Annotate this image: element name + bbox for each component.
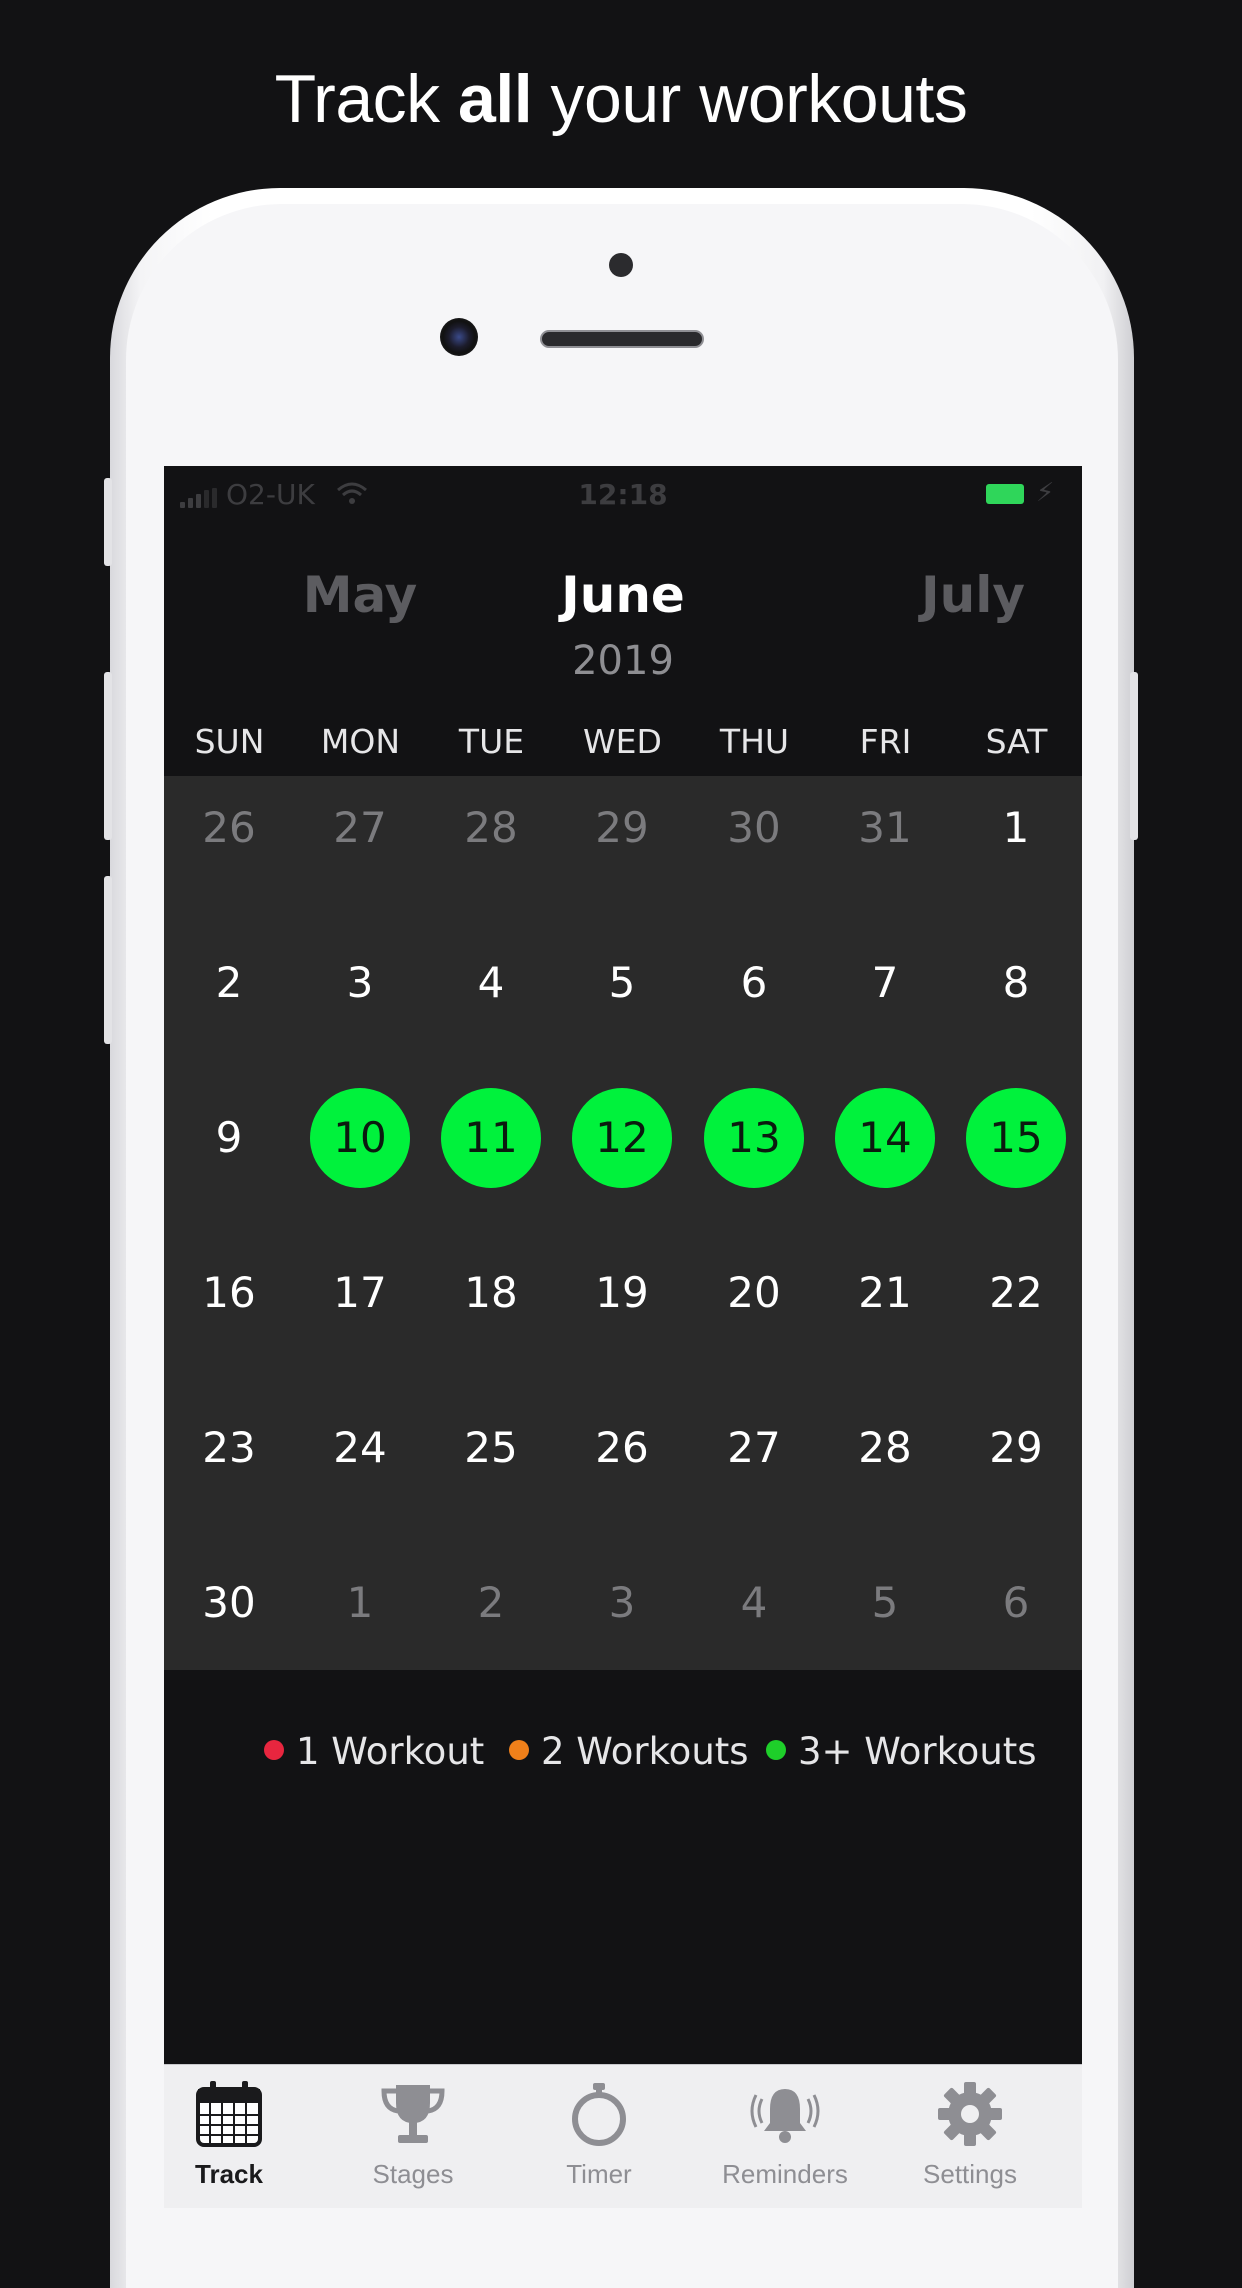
current-month: June — [561, 566, 685, 624]
calendar-day[interactable]: 8 — [966, 933, 1066, 1033]
calendar-day[interactable]: 2 — [179, 933, 279, 1033]
weekday-sat: SAT — [985, 722, 1048, 761]
calendar-day[interactable]: 9 — [179, 1088, 279, 1188]
year-label: 2019 — [572, 638, 674, 684]
tab-label: Settings — [923, 2159, 1017, 2189]
tab-stages[interactable]: Stages — [338, 2079, 488, 2190]
calendar-day[interactable]: 3 — [572, 1553, 672, 1653]
app-screen: O2-UK 12:18 ⚡ May June July 2019 SUN MON T… — [164, 466, 1082, 2208]
calendar-day[interactable]: 3 — [310, 933, 410, 1033]
calendar-day-workout[interactable]: 10 — [310, 1088, 410, 1188]
workout-legend: 1 Workout 2 Workouts 3+ Workouts — [164, 1730, 1082, 1780]
tab-settings[interactable]: Settings — [895, 2079, 1045, 2190]
calendar-day[interactable]: 30 — [704, 778, 804, 878]
calendar-day[interactable]: 28 — [835, 1398, 935, 1498]
weekday-tue: TUE — [458, 722, 525, 761]
calendar-day[interactable]: 4 — [441, 933, 541, 1033]
headline-bold: all — [458, 61, 533, 137]
tab-label: Reminders — [722, 2159, 848, 2189]
legend-dot-icon — [509, 1740, 529, 1760]
earpiece-speaker — [540, 330, 704, 348]
calendar-day-workout[interactable]: 15 — [966, 1088, 1066, 1188]
gear-icon — [935, 2079, 1005, 2149]
calendar-day[interactable]: 20 — [704, 1243, 804, 1343]
charging-bolt-icon: ⚡ — [1036, 478, 1055, 508]
tab-timer[interactable]: Timer — [524, 2079, 674, 2190]
calendar-day[interactable]: 26 — [572, 1398, 672, 1498]
weekday-thu: THU — [719, 722, 790, 761]
headline: Track all your workouts — [0, 60, 1242, 138]
calendar-icon — [194, 2079, 264, 2149]
calendar-day[interactable]: 27 — [310, 778, 410, 878]
calendar-day[interactable]: 1 — [310, 1553, 410, 1653]
calendar-day[interactable]: 28 — [441, 778, 541, 878]
weekday-header: SUN MON TUE WED THU FRI SAT — [164, 722, 1082, 766]
calendar-day[interactable]: 6 — [704, 933, 804, 1033]
calendar-day-workout[interactable]: 11 — [441, 1088, 541, 1188]
bell-icon — [750, 2079, 820, 2149]
month-switcher: May June July — [164, 566, 1082, 636]
legend-item: 3+ Workouts — [766, 1730, 1037, 1773]
tab-label: Track — [195, 2159, 263, 2189]
calendar-day[interactable]: 6 — [966, 1553, 1066, 1653]
weekday-fri: FRI — [859, 722, 912, 761]
weekday-sun: SUN — [194, 722, 265, 761]
battery-icon — [986, 484, 1024, 504]
legend-dot-icon — [264, 1740, 284, 1760]
tab-label: Timer — [566, 2159, 632, 2189]
headline-post: your workouts — [532, 61, 968, 137]
weekday-wed: WED — [583, 722, 662, 761]
legend-item: 1 Workout — [264, 1730, 484, 1773]
legend-dot-icon — [766, 1740, 786, 1760]
calendar-day[interactable]: 4 — [704, 1553, 804, 1653]
tab-bar: Track Stages Timer Reminders Settings — [164, 2064, 1082, 2208]
calendar-day[interactable]: 26 — [179, 778, 279, 878]
calendar-day[interactable]: 5 — [572, 933, 672, 1033]
calendar-day[interactable]: 17 — [310, 1243, 410, 1343]
calendar-day[interactable]: 27 — [704, 1398, 804, 1498]
calendar-day[interactable]: 29 — [966, 1398, 1066, 1498]
calendar-day[interactable]: 21 — [835, 1243, 935, 1343]
calendar-day-workout[interactable]: 13 — [704, 1088, 804, 1188]
tab-reminders[interactable]: Reminders — [710, 2079, 860, 2190]
stopwatch-icon — [564, 2079, 634, 2149]
calendar-day[interactable]: 16 — [179, 1243, 279, 1343]
calendar-day[interactable]: 2 — [441, 1553, 541, 1653]
calendar-day[interactable]: 23 — [179, 1398, 279, 1498]
trophy-icon — [378, 2079, 448, 2149]
calendar-day[interactable]: 7 — [835, 933, 935, 1033]
calendar-day[interactable]: 24 — [310, 1398, 410, 1498]
legend-label: 3+ Workouts — [798, 1730, 1037, 1773]
calendar-day[interactable]: 31 — [835, 778, 935, 878]
calendar-day[interactable]: 5 — [835, 1553, 935, 1653]
weekday-mon: MON — [320, 722, 401, 761]
calendar-day[interactable]: 29 — [572, 778, 672, 878]
calendar-day[interactable]: 30 — [179, 1553, 279, 1653]
status-bar: O2-UK 12:18 ⚡ — [164, 466, 1082, 522]
calendar-day-workout[interactable]: 12 — [572, 1088, 672, 1188]
calendar-day[interactable]: 18 — [441, 1243, 541, 1343]
calendar-day[interactable]: 25 — [441, 1398, 541, 1498]
calendar-day[interactable]: 19 — [572, 1243, 672, 1343]
mute-switch — [104, 478, 112, 566]
volume-up-button — [104, 672, 112, 840]
front-camera-icon — [440, 318, 478, 356]
power-button — [1130, 672, 1138, 840]
next-month[interactable]: July — [853, 566, 1082, 624]
tab-label: Stages — [372, 2159, 454, 2189]
calendar-day[interactable]: 1 — [966, 778, 1066, 878]
legend-label: 2 Workouts — [541, 1730, 749, 1773]
tab-track[interactable]: Track — [164, 2079, 304, 2190]
volume-down-button — [104, 876, 112, 1044]
legend-item: 2 Workouts — [509, 1730, 749, 1773]
status-time: 12:18 — [578, 478, 668, 511]
proximity-sensor — [609, 253, 633, 277]
calendar-day[interactable]: 22 — [966, 1243, 1066, 1343]
prev-month[interactable]: May — [240, 566, 480, 624]
calendar-day-workout[interactable]: 14 — [835, 1088, 935, 1188]
headline-pre: Track — [274, 61, 459, 137]
calendar-grid: 26 27 28 29 30 31 1 2 3 4 5 6 7 8 9 10 11 12 13 14 15 16 17 18 1… — [164, 776, 1082, 1670]
legend-label: 1 Workout — [296, 1730, 485, 1773]
